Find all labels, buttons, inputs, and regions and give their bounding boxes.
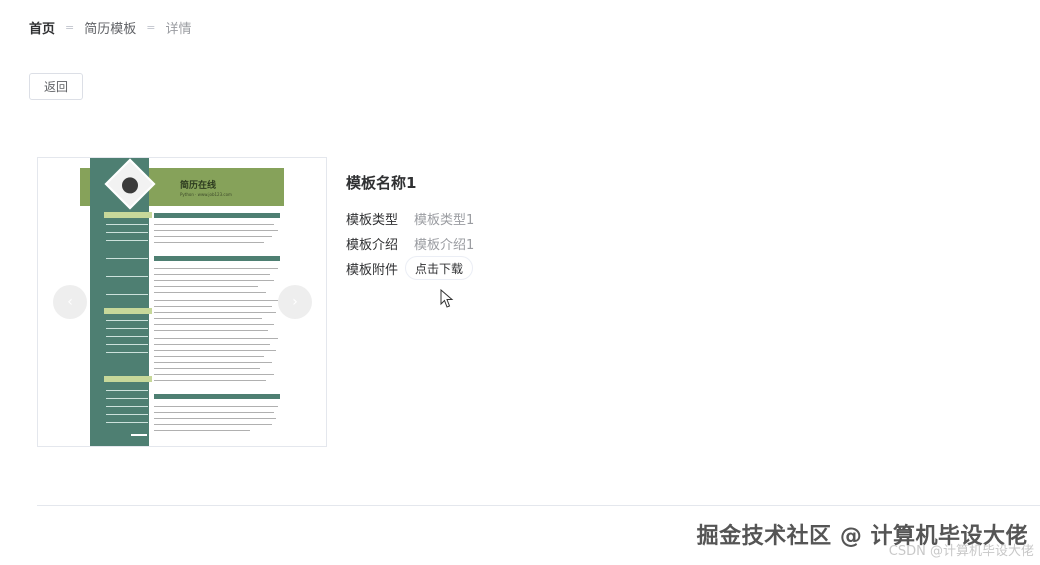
resume-side-tag bbox=[104, 376, 152, 382]
template-type-value: 模板类型1 bbox=[414, 213, 475, 228]
resume-side-line bbox=[106, 328, 148, 329]
template-attachment-label: 模板附件 bbox=[346, 262, 399, 278]
resume-side-line bbox=[106, 224, 148, 225]
resume-text-line bbox=[154, 362, 272, 363]
resume-text-line bbox=[154, 306, 272, 307]
resume-sidebar bbox=[90, 158, 156, 446]
resume-text-line bbox=[154, 380, 266, 381]
carousel-indicator[interactable] bbox=[131, 434, 147, 436]
resume-side-tag bbox=[104, 308, 152, 314]
resume-avatar bbox=[104, 158, 156, 210]
content-divider bbox=[37, 505, 1040, 506]
resume-side-line bbox=[106, 320, 148, 321]
resume-text-line bbox=[154, 236, 272, 237]
csdn-watermark: CSDN @计算机毕设大佬 bbox=[888, 544, 1034, 559]
resume-text-line bbox=[154, 242, 264, 243]
resume-side-line bbox=[106, 390, 148, 391]
resume-text-line bbox=[154, 350, 276, 351]
resume-text-line bbox=[154, 374, 274, 375]
resume-side-line bbox=[106, 258, 148, 259]
resume-text-line bbox=[154, 344, 270, 345]
resume-side-line bbox=[106, 276, 148, 277]
resume-preview-image: 简历在线 Python · www.job123.com bbox=[80, 158, 284, 446]
template-name: 模板名称1 bbox=[346, 174, 417, 192]
resume-text-line bbox=[154, 356, 264, 357]
resume-side-line bbox=[106, 240, 148, 241]
breadcrumb-separator: = bbox=[65, 21, 75, 34]
chevron-right-icon: › bbox=[292, 294, 298, 310]
resume-side-tag bbox=[104, 212, 152, 218]
template-type-label: 模板类型 bbox=[346, 213, 399, 228]
resume-side-line bbox=[106, 336, 148, 337]
chevron-left-icon: ‹ bbox=[67, 294, 73, 310]
resume-text-line bbox=[154, 412, 274, 413]
resume-side-line bbox=[106, 406, 148, 407]
resume-text-line bbox=[154, 224, 274, 225]
resume-text-line bbox=[154, 424, 272, 425]
carousel-prev-button[interactable]: ‹ bbox=[53, 285, 87, 319]
resume-title: 简历在线 bbox=[180, 181, 217, 191]
breadcrumb-category[interactable]: 简历模板 bbox=[84, 18, 136, 37]
resume-text-line bbox=[154, 280, 274, 281]
back-button[interactable]: 返回 bbox=[29, 73, 83, 100]
breadcrumb-current: 详情 bbox=[165, 22, 192, 37]
resume-text-line bbox=[154, 312, 276, 313]
resume-section-bar bbox=[154, 394, 280, 399]
breadcrumb: 首页 = 简历模板 = 详情 bbox=[29, 18, 191, 37]
template-desc-value: 模板介绍1 bbox=[414, 238, 475, 253]
resume-section-bar bbox=[154, 213, 280, 218]
resume-text-line bbox=[154, 318, 262, 319]
resume-text-line bbox=[154, 286, 258, 287]
resume-side-line bbox=[106, 232, 148, 233]
resume-side-line bbox=[106, 294, 148, 295]
template-desc-label: 模板介绍 bbox=[346, 238, 399, 253]
resume-text-line bbox=[154, 430, 250, 431]
resume-side-line bbox=[106, 414, 148, 415]
resume-text-line bbox=[154, 368, 260, 369]
resume-section-bar bbox=[154, 256, 280, 261]
resume-text-line bbox=[154, 406, 278, 407]
template-type-row: 模板类型 模板类型1 bbox=[346, 209, 474, 228]
resume-text-line bbox=[154, 338, 278, 339]
resume-side-line bbox=[106, 344, 148, 345]
resume-text-line bbox=[154, 268, 278, 269]
resume-text-line bbox=[154, 418, 276, 419]
breadcrumb-home[interactable]: 首页 bbox=[29, 18, 55, 37]
template-desc-row: 模板介绍 模板介绍1 bbox=[346, 234, 474, 253]
resume-text-line bbox=[154, 274, 270, 275]
breadcrumb-separator: = bbox=[146, 21, 156, 34]
resume-side-line bbox=[106, 422, 148, 423]
resume-side-line bbox=[106, 398, 148, 399]
resume-text-line bbox=[154, 300, 278, 301]
carousel-next-button[interactable]: › bbox=[278, 285, 312, 319]
download-button[interactable]: 点击下载 bbox=[405, 256, 474, 280]
resume-subtitle: Python · www.job123.com bbox=[180, 192, 232, 197]
template-preview-carousel[interactable]: 简历在线 Python · www.job123.com ‹ › bbox=[37, 157, 327, 447]
template-attachment-row: 模板附件 点击下载 bbox=[346, 256, 474, 280]
resume-text-line bbox=[154, 330, 268, 331]
resume-side-line bbox=[106, 352, 148, 353]
resume-text-line bbox=[154, 230, 278, 231]
resume-text-line bbox=[154, 324, 274, 325]
resume-text-line bbox=[154, 292, 266, 293]
mouse-cursor-icon bbox=[440, 289, 454, 308]
